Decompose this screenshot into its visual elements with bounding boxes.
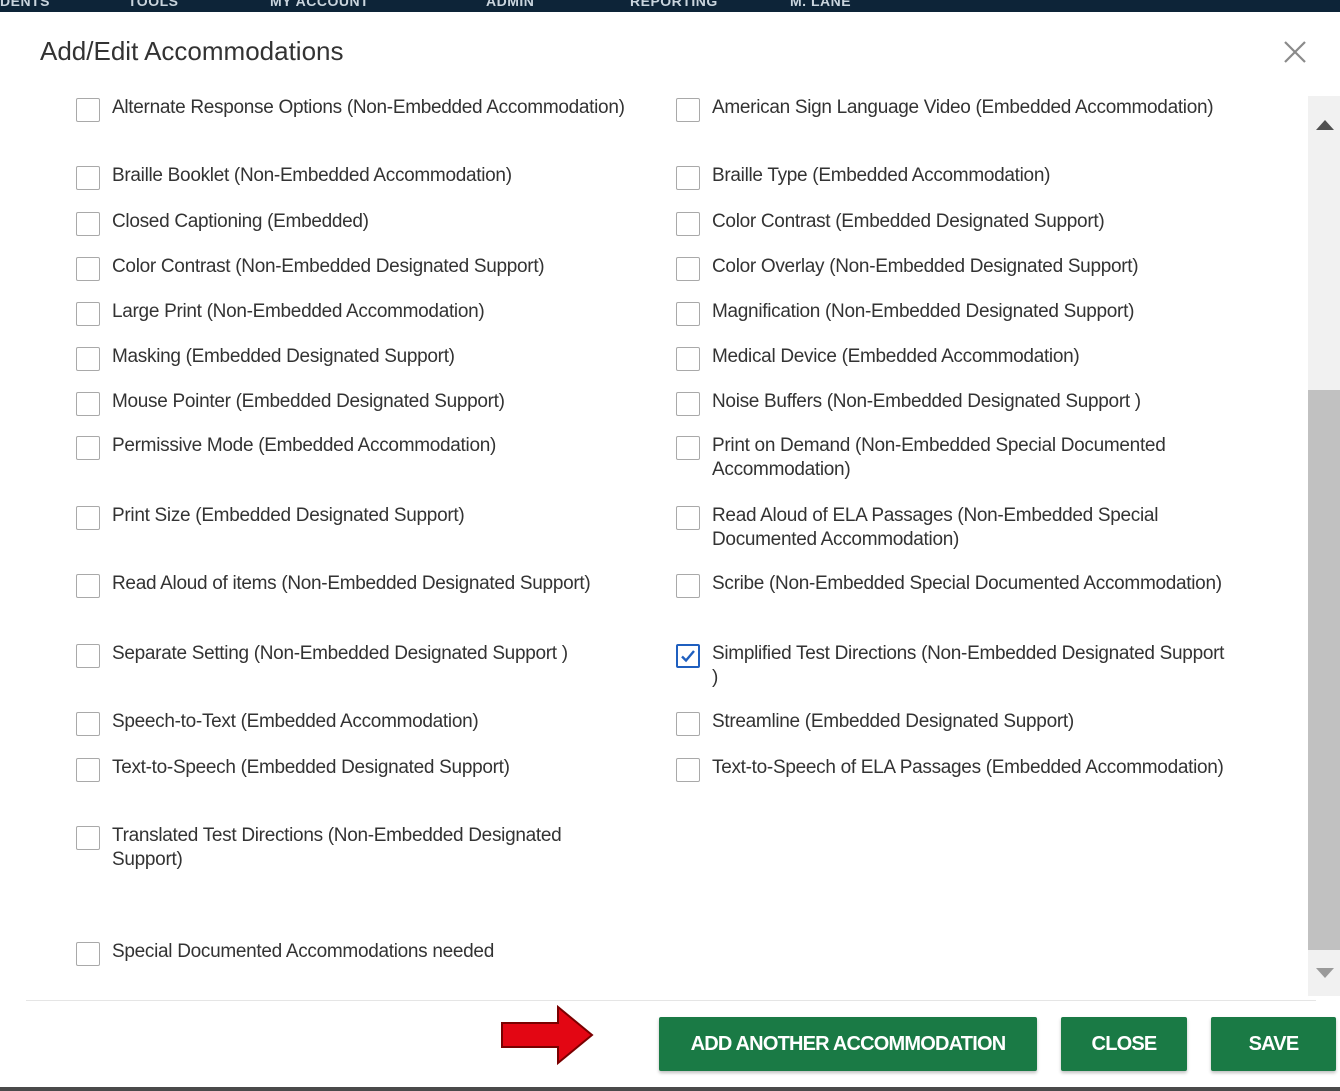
accommodation-checkbox[interactable] (76, 712, 100, 736)
accommodation-checkbox[interactable] (676, 574, 700, 598)
scrollbar-thumb[interactable] (1308, 390, 1340, 950)
accommodation-label: Color Overlay (Non-Embedded Designated S… (712, 256, 1139, 277)
red-arrow-right-icon (500, 1003, 595, 1067)
accommodation-checkbox[interactable] (676, 506, 700, 530)
modal-title: Add/Edit Accommodations (40, 36, 344, 66)
accommodation-checkbox[interactable] (676, 302, 700, 326)
accommodation-label: Print on Demand (Non-Embedded Special Do… (712, 435, 1166, 480)
special-documented-checkbox[interactable] (76, 942, 100, 966)
scroll-up-arrow-icon[interactable] (1310, 114, 1340, 138)
accommodation-checkbox[interactable] (76, 826, 100, 850)
accommodation-checkbox[interactable] (76, 347, 100, 371)
close-icon[interactable] (1281, 38, 1309, 66)
accommodation-checkbox[interactable] (76, 436, 100, 460)
accommodation-label: Masking (Embedded Designated Support) (112, 346, 455, 367)
accommodation-checkbox[interactable] (76, 212, 100, 236)
accommodation-label: Separate Setting (Non-Embedded Designate… (112, 643, 568, 664)
accommodation-checkbox[interactable] (676, 347, 700, 371)
accommodation-checkbox[interactable] (676, 257, 700, 281)
nav-item-reporting[interactable]: REPORTING (630, 0, 718, 9)
accommodation-label: Print Size (Embedded Designated Support) (112, 505, 465, 526)
accommodation-checkbox[interactable] (676, 436, 700, 460)
accommodation-checkbox[interactable] (76, 758, 100, 782)
accommodation-checkbox[interactable] (676, 644, 700, 668)
save-button[interactable]: SAVE (1211, 1017, 1336, 1071)
accommodation-checkbox[interactable] (676, 758, 700, 782)
accommodation-label: Mouse Pointer (Embedded Designated Suppo… (112, 391, 505, 412)
accommodation-label: Alternate Response Options (Non-Embedded… (112, 97, 625, 118)
accommodation-checkbox[interactable] (676, 212, 700, 236)
accommodation-label: Noise Buffers (Non-Embedded Designated S… (712, 391, 1141, 412)
accommodation-label: Braille Type (Embedded Accommodation) (712, 165, 1051, 186)
accommodation-checkbox[interactable] (76, 644, 100, 668)
accommodation-label: Read Aloud of ELA Passages (Non-Embedded… (712, 505, 1159, 550)
bottom-edge-bar (0, 1087, 1340, 1091)
accommodation-label: Color Contrast (Non-Embedded Designated … (112, 256, 545, 277)
accommodation-label: Large Print (Non-Embedded Accommodation) (112, 301, 485, 322)
accommodation-label: Permissive Mode (Embedded Accommodation) (112, 435, 497, 456)
accommodation-checkbox[interactable] (676, 166, 700, 190)
accommodation-label: Scribe (Non-Embedded Special Documented … (712, 573, 1222, 594)
accommodation-checkbox[interactable] (76, 166, 100, 190)
accommodation-label: Simplified Test Directions (Non-Embedded… (712, 643, 1225, 688)
accommodation-checkbox[interactable] (76, 257, 100, 281)
accommodation-label: Magnification (Non-Embedded Designated S… (712, 301, 1135, 322)
accommodation-label: Speech-to-Text (Embedded Accommodation) (112, 711, 479, 732)
top-nav-bar: DENTS TOOLS MY ACCOUNT ADMIN REPORTING M… (0, 0, 1340, 12)
nav-item-students[interactable]: DENTS (0, 0, 50, 9)
accommodation-label: Streamline (Embedded Designated Support) (712, 711, 1074, 732)
footer-divider (26, 1000, 1316, 1001)
accommodation-checkbox[interactable] (76, 506, 100, 530)
nav-item-my-account[interactable]: MY ACCOUNT (270, 0, 369, 9)
accommodation-checkbox[interactable] (76, 98, 100, 122)
special-documented-label: Special Documented Accommodations needed (112, 941, 494, 962)
accommodation-label: Text-to-Speech (Embedded Designated Supp… (112, 757, 510, 778)
nav-item-admin[interactable]: ADMIN (486, 0, 534, 9)
accommodation-label: Translated Test Directions (Non-Embedded… (112, 825, 562, 870)
accommodation-label: Braille Booklet (Non-Embedded Accommodat… (112, 165, 512, 186)
accommodation-checkbox[interactable] (676, 712, 700, 736)
accommodation-label: American Sign Language Video (Embedded A… (712, 97, 1214, 118)
nav-item-user[interactable]: M. LANE (790, 0, 851, 9)
accommodation-checkbox[interactable] (76, 302, 100, 326)
accommodation-label: Closed Captioning (Embedded) (112, 211, 369, 232)
accommodation-checkbox[interactable] (76, 574, 100, 598)
accommodation-label: Color Contrast (Embedded Designated Supp… (712, 211, 1105, 232)
close-button[interactable]: CLOSE (1061, 1017, 1187, 1071)
accommodation-label: Text-to-Speech of ELA Passages (Embedded… (712, 757, 1224, 778)
accommodations-list[interactable]: Alternate Response Options (Non-Embedded… (0, 90, 1340, 1000)
accommodation-checkbox[interactable] (76, 392, 100, 416)
accommodation-label: Medical Device (Embedded Accommodation) (712, 346, 1080, 367)
accommodation-label: Read Aloud of items (Non-Embedded Design… (112, 573, 591, 594)
accommodation-checkbox[interactable] (676, 98, 700, 122)
nav-item-tools[interactable]: TOOLS (128, 0, 178, 9)
add-another-accommodation-button[interactable]: ADD ANOTHER ACCOMMODATION (659, 1017, 1037, 1071)
checkmark-icon (681, 650, 695, 663)
accommodation-checkbox[interactable] (676, 392, 700, 416)
scroll-down-arrow-icon[interactable] (1310, 960, 1340, 984)
